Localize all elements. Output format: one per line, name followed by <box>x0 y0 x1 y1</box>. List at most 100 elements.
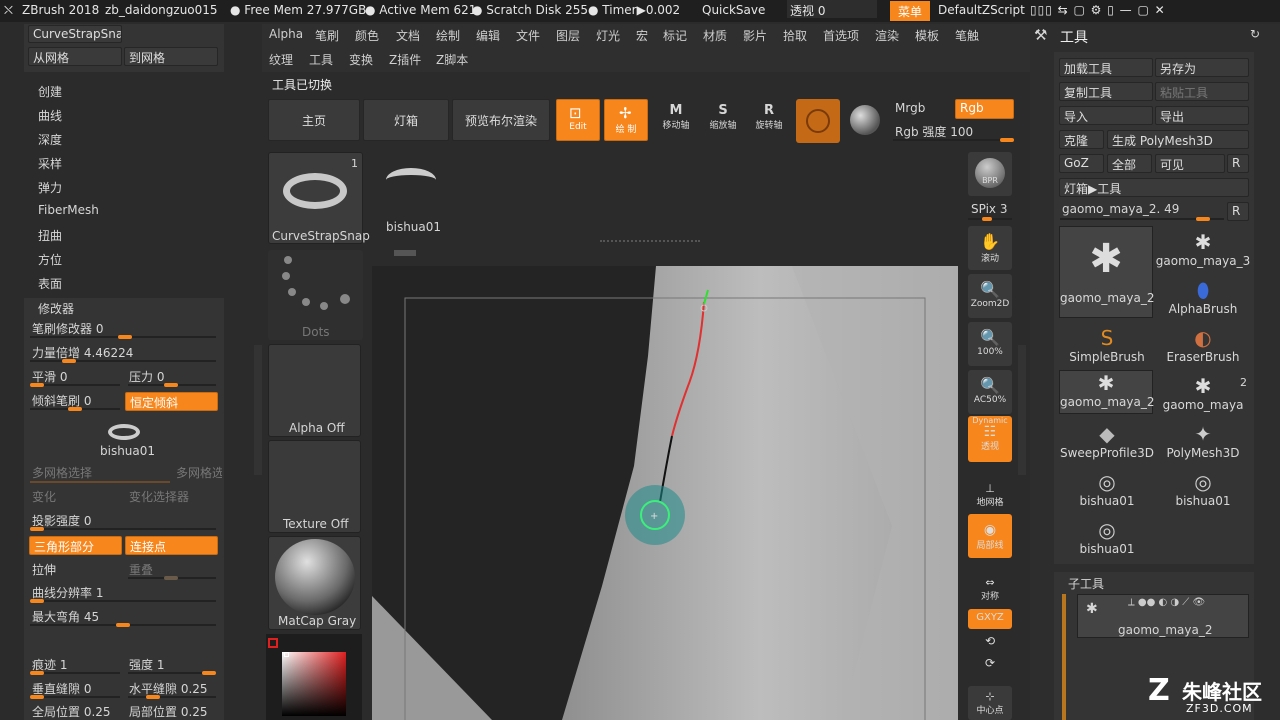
rotate-button[interactable]: R 旋转轴 <box>748 103 790 131</box>
home-button[interactable]: 主页 <box>268 99 360 141</box>
slider-knob[interactable] <box>118 335 132 339</box>
slider-knob[interactable] <box>30 383 44 387</box>
current-brush-icon[interactable] <box>386 168 436 192</box>
menu-7[interactable]: 图层 <box>556 27 580 44</box>
stroke-dots-tile[interactable]: Dots <box>268 250 363 340</box>
trail-track[interactable] <box>30 671 120 675</box>
color-swatch-icon[interactable] <box>268 638 278 648</box>
multi-mesh-select-2[interactable]: 多网格选 <box>176 464 222 481</box>
section-0[interactable]: 创建 <box>38 83 62 100</box>
clone-button[interactable]: 克隆 <box>1059 130 1104 149</box>
overlap-track[interactable] <box>128 576 216 580</box>
slider-knob[interactable] <box>116 623 130 627</box>
tilt-brush-track[interactable] <box>30 407 120 411</box>
menu-2[interactable]: 颜色 <box>355 27 379 44</box>
brush-palette-tile[interactable]: 1 CurveStrapSnap <box>268 152 370 244</box>
save-as-button[interactable]: 另存为 <box>1155 58 1249 77</box>
ac50-button[interactable]: 🔍 AC50% <box>968 370 1012 414</box>
current-tool-track[interactable] <box>1060 217 1224 221</box>
slider-knob[interactable] <box>982 217 992 221</box>
subtool-item[interactable]: ✱ ⟂ ●● ◐ ◑ ⟋ 👁 gaomo_maya_2 <box>1077 594 1249 638</box>
tool-item[interactable]: ✱ gaomo_maya_3 <box>1155 230 1251 276</box>
spix-slider[interactable]: SPix 3 <box>971 202 1007 216</box>
make-polymesh-button[interactable]: 生成 PolyMesh3D <box>1107 130 1249 149</box>
rotate-z-icon[interactable]: ⟳ <box>968 656 1012 676</box>
hgap-track[interactable] <box>128 695 216 699</box>
r-button-2[interactable]: R <box>1227 202 1249 221</box>
left-dock-handle[interactable] <box>254 345 262 475</box>
current-tool-slider[interactable]: gaomo_maya_2. 49 <box>1062 202 1179 216</box>
section-7[interactable]: 方位 <box>38 251 62 268</box>
stretch-button[interactable]: 拉伸 <box>32 561 56 578</box>
center-button[interactable]: ⊹ 中心点 <box>968 686 1012 720</box>
project-strength-track[interactable] <box>30 527 216 531</box>
strength-mult-track[interactable] <box>30 359 216 363</box>
symmetry-button[interactable]: ⇔ 对称 <box>968 574 1012 604</box>
copy-tool-button[interactable]: 复制工具 <box>1059 82 1153 101</box>
section-1[interactable]: 曲线 <box>38 107 62 124</box>
tool-item[interactable]: ◎ bishua01 <box>1059 470 1155 516</box>
section-4[interactable]: 弹力 <box>38 179 62 196</box>
brush-modifier-slider[interactable]: 笔刷修改器 0 <box>32 320 103 337</box>
change-select-button[interactable]: 变化选择器 <box>129 488 189 505</box>
menu-12[interactable]: 影片 <box>743 27 767 44</box>
slider-knob[interactable] <box>62 359 76 363</box>
xyz-button[interactable]: GXYZ <box>968 609 1012 629</box>
fixed-tilt-button[interactable]: 恒定倾斜 <box>125 392 218 411</box>
color-gradient[interactable] <box>282 652 346 716</box>
color-picker[interactable] <box>266 634 362 720</box>
local-pos-slider[interactable]: 局部位置 0.25 <box>129 703 208 720</box>
change-button[interactable]: 变化 <box>32 488 56 505</box>
texture-tile[interactable]: Texture Off <box>268 440 361 533</box>
slider-knob[interactable] <box>30 695 44 699</box>
menu-6[interactable]: 文件 <box>516 27 540 44</box>
mrgb-button[interactable]: Mrgb <box>895 101 925 115</box>
menu-14[interactable]: 首选项 <box>823 27 859 44</box>
brush-scroll-handle[interactable] <box>394 250 416 256</box>
tool-item[interactable]: ✱ gaomo_maya 2 <box>1155 374 1251 420</box>
preview-boolean-button[interactable]: 预览布尔渲染 <box>452 99 550 141</box>
menu-16[interactable]: 模板 <box>915 27 939 44</box>
import-button[interactable]: 导入 <box>1059 106 1153 125</box>
menu-9[interactable]: 宏 <box>636 27 648 44</box>
r-button[interactable]: R <box>1227 154 1249 173</box>
menu-1[interactable]: 笔刷 <box>315 27 339 44</box>
tool-item[interactable]: S SimpleBrush <box>1059 326 1155 372</box>
lightbox-button[interactable]: 灯箱 <box>363 99 449 141</box>
section-2[interactable]: 深度 <box>38 131 62 148</box>
strength-slider[interactable]: 强度 1 <box>129 656 164 673</box>
multi-mesh-select[interactable]: 多网格选择 <box>32 464 92 481</box>
strength-track[interactable] <box>128 671 216 675</box>
brush-modifier-track[interactable] <box>30 335 216 339</box>
refresh-icon[interactable]: ↻ <box>1250 27 1260 41</box>
slider-knob[interactable] <box>164 383 178 387</box>
viewport-canvas[interactable]: + <box>372 266 958 720</box>
canvas-top-handle[interactable] <box>600 240 700 244</box>
move-button[interactable]: M 移动轴 <box>655 103 697 131</box>
scroll-button[interactable]: ✋ 滚动 <box>968 226 1012 270</box>
floor-grid-button[interactable]: ⊥ 地网格 <box>968 478 1012 508</box>
default-zscript[interactable]: DefaultZScript <box>938 3 1025 17</box>
pressure-slider[interactable]: 压力 0 <box>129 368 164 385</box>
rgb-strength-track[interactable] <box>893 138 1014 142</box>
paste-tool-button[interactable]: 粘贴工具 <box>1155 82 1249 101</box>
spix-track[interactable] <box>968 217 1012 221</box>
overlap-slider[interactable]: 重叠 <box>129 561 153 578</box>
menu-21[interactable]: Z插件 <box>389 51 421 68</box>
bpr-button[interactable]: BPR <box>968 152 1012 196</box>
to-mesh-button[interactable]: 到网格 <box>124 47 218 66</box>
hgap-slider[interactable]: 水平缝隙 0.25 <box>129 680 208 697</box>
export-button[interactable]: 导出 <box>1155 106 1249 125</box>
zoom2d-button[interactable]: 🔍 Zoom2D <box>968 274 1012 318</box>
load-tool-button[interactable]: 加载工具 <box>1059 58 1153 77</box>
perspective-slider[interactable]: 透视 0 <box>787 0 877 18</box>
max-bend-slider[interactable]: 最大弯角 45 <box>32 608 99 625</box>
menu-17[interactable]: 笔触 <box>955 27 979 44</box>
goz-button[interactable]: GoZ <box>1059 154 1104 173</box>
tool-item[interactable]: ◎ bishua01 <box>1059 518 1155 564</box>
section-6[interactable]: 扭曲 <box>38 227 62 244</box>
tool-item[interactable]: ◆ SweepProfile3D <box>1059 422 1155 468</box>
global-pos-slider[interactable]: 全局位置 0.25 <box>32 703 111 720</box>
rgb-strength-slider[interactable]: Rgb 强度 100 <box>895 123 973 140</box>
strength-mult-slider[interactable]: 力量倍增 4.46224 <box>32 344 133 361</box>
